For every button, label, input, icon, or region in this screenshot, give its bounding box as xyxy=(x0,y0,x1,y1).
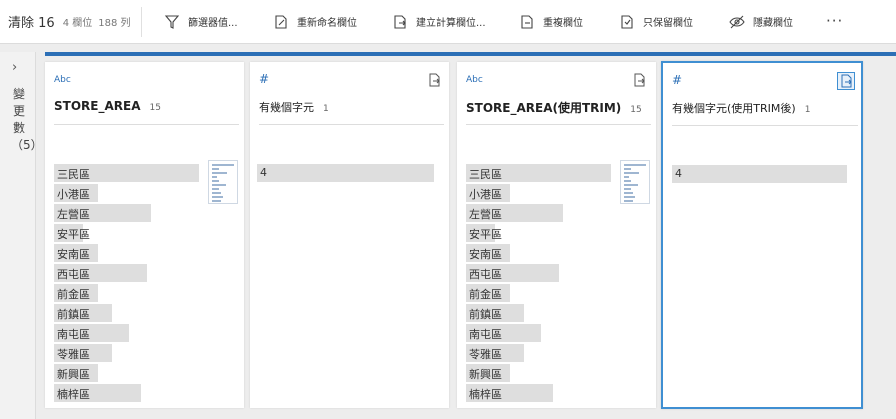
filter-icon xyxy=(164,14,180,29)
value-label: 4 xyxy=(675,167,682,180)
distinct-count: 1 xyxy=(323,104,329,114)
filter-values-button[interactable]: 篩選器值... xyxy=(164,14,238,30)
expand-chevron-icon[interactable]: › xyxy=(12,60,17,75)
value-label: 西屯區 xyxy=(469,268,502,281)
value-label: 南屯區 xyxy=(469,328,502,341)
rename-field-button[interactable]: 重新命名欄位 xyxy=(273,14,357,30)
keep-only-field-label: 只保留欄位 xyxy=(643,18,693,29)
field-card-char-count-trim[interactable]: # 有幾個字元(使用TRIM後) 1 4 xyxy=(661,61,863,409)
calculated-field-icon[interactable] xyxy=(428,73,442,87)
value-label: 前鎮區 xyxy=(57,308,90,321)
value-label: 前鎮區 xyxy=(469,308,502,321)
changes-label: 變更數（5） xyxy=(11,87,43,152)
hide-field-label: 隱藏欄位 xyxy=(753,18,793,29)
value-label: 三民區 xyxy=(57,168,90,181)
string-type-icon[interactable]: Abc xyxy=(466,75,483,85)
keep-only-icon xyxy=(621,14,633,29)
value-label: 左營區 xyxy=(57,208,90,221)
value-label: 小港區 xyxy=(469,188,502,201)
value-label: 安南區 xyxy=(57,248,90,261)
field-card-char-count[interactable]: # 有幾個字元 1 4 xyxy=(250,62,449,408)
divider xyxy=(672,125,858,126)
rename-field-label: 重新命名欄位 xyxy=(297,18,357,29)
value-label: 新興區 xyxy=(57,368,90,381)
step-name[interactable]: 清除 16 xyxy=(8,12,55,31)
value-frequency-bar xyxy=(672,165,847,183)
duplicate-icon xyxy=(521,14,533,29)
value-frequency-bar xyxy=(257,164,434,182)
step-color-bar xyxy=(45,52,896,56)
divider xyxy=(54,124,239,125)
field-card-store-area-trim[interactable]: Abc STORE_AREA(使用TRIM) 15 三民區小港區左營區安平區安南… xyxy=(457,62,656,408)
value-label: 新興區 xyxy=(469,368,502,381)
more-options-icon[interactable]: ··· xyxy=(826,12,843,30)
calculated-field-icon[interactable] xyxy=(633,73,647,87)
duplicate-field-button[interactable]: 重複欄位 xyxy=(519,14,583,30)
duplicate-field-label: 重複欄位 xyxy=(543,18,583,29)
create-calc-field-label: 建立計算欄位... xyxy=(416,18,486,29)
value-label: 左營區 xyxy=(469,208,502,221)
hide-icon xyxy=(729,15,745,28)
value-label: 前金區 xyxy=(57,288,90,301)
distinct-count: 1 xyxy=(804,105,811,115)
hide-field-button[interactable]: 隱藏欄位 xyxy=(729,14,793,30)
value-label: 安平區 xyxy=(57,228,90,241)
rename-icon xyxy=(275,14,287,29)
divider xyxy=(466,124,651,125)
value-label: 安平區 xyxy=(469,228,502,241)
field-card-store-area[interactable]: Abc STORE_AREA 15 三民區小港區左營區安平區安南區西屯區前金區前… xyxy=(45,62,244,408)
divider xyxy=(259,124,444,125)
field-name: STORE_AREA(使用TRIM) xyxy=(466,101,622,115)
value-label: 三民區 xyxy=(469,168,502,181)
field-name: 有幾個字元(使用TRIM後) xyxy=(672,102,796,115)
value-label: 西屯區 xyxy=(57,268,90,281)
number-type-icon[interactable]: # xyxy=(672,73,682,87)
toolbar: 清除 16 4 欄位 188 列 篩選器值... 重新命名欄位 建立計算欄位...… xyxy=(0,0,896,44)
changes-panel[interactable]: › 變更數（5） xyxy=(0,52,43,419)
calc-field-icon xyxy=(394,14,406,29)
field-count: 4 欄位 xyxy=(62,18,93,29)
distinct-count: 15 xyxy=(149,103,161,113)
string-type-icon[interactable]: Abc xyxy=(54,75,71,85)
field-name: 有幾個字元 xyxy=(259,101,314,114)
value-label: 安南區 xyxy=(469,248,502,261)
value-label: 南屯區 xyxy=(57,328,90,341)
step-summary: 清除 16 4 欄位 188 列 xyxy=(0,6,142,37)
calculated-field-icon[interactable] xyxy=(837,72,855,90)
filter-values-label: 篩選器值... xyxy=(188,18,238,29)
keep-only-field-button[interactable]: 只保留欄位 xyxy=(619,14,693,30)
value-label: 小港區 xyxy=(57,188,90,201)
value-label: 楠梓區 xyxy=(57,388,90,401)
distribution-sparkline[interactable] xyxy=(620,160,650,204)
value-label: 苓雅區 xyxy=(469,348,502,361)
row-count: 188 列 xyxy=(98,18,131,29)
value-label: 4 xyxy=(260,166,267,179)
value-label: 苓雅區 xyxy=(57,348,90,361)
field-name: STORE_AREA xyxy=(54,99,141,113)
number-type-icon[interactable]: # xyxy=(259,72,269,86)
value-label: 楠梓區 xyxy=(469,388,502,401)
distinct-count: 15 xyxy=(630,105,642,115)
create-calc-field-button[interactable]: 建立計算欄位... xyxy=(392,14,486,30)
distribution-sparkline[interactable] xyxy=(208,160,238,204)
value-label: 前金區 xyxy=(469,288,502,301)
